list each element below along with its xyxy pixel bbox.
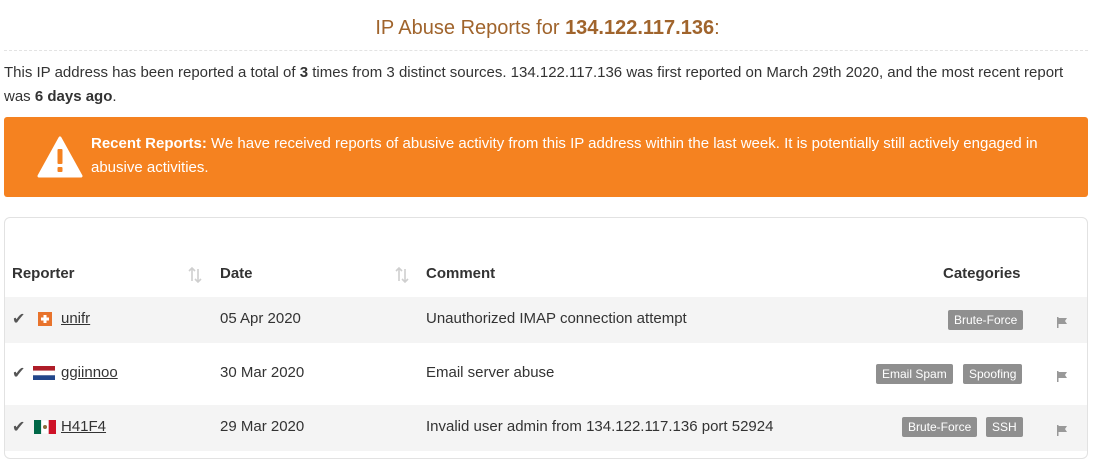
alert-body: We have received reports of abusive acti…: [91, 135, 1038, 176]
alert-message: Recent Reports: We have received reports…: [91, 132, 1051, 180]
summary-text-3: .: [112, 88, 117, 105]
sort-icon[interactable]: [395, 267, 409, 283]
table-row: ✔ H41F4 29 Mar 2020 Invalid user admin f…: [5, 405, 1087, 451]
report-comment: Unauthorized IMAP connection attempt: [426, 310, 687, 327]
page-title: IP Abuse Reports for 134.122.117.136:: [0, 17, 1095, 40]
alert-heading: Recent Reports:: [91, 135, 207, 152]
column-header-reporter[interactable]: Reporter: [12, 265, 75, 282]
reporter-link[interactable]: ggiinnoo: [61, 364, 118, 381]
report-flag-icon[interactable]: [1056, 425, 1068, 436]
title-suffix: :: [714, 17, 720, 39]
category-badge[interactable]: Email Spam: [876, 364, 953, 384]
sort-icon[interactable]: [188, 267, 202, 283]
mexico-flag-icon: [34, 420, 56, 434]
category-badge[interactable]: Brute-Force: [948, 310, 1024, 330]
reporter-link[interactable]: unifr: [61, 310, 90, 327]
report-date: 30 Mar 2020: [220, 364, 305, 381]
summary-text-1: This IP address has been reported a tota…: [4, 64, 300, 81]
report-flag-icon[interactable]: [1056, 317, 1068, 328]
check-icon: ✔: [12, 311, 26, 328]
check-icon: ✔: [12, 365, 26, 382]
switzerland-flag-icon: [38, 312, 52, 326]
recent-reports-alert: Recent Reports: We have received reports…: [4, 117, 1088, 197]
report-date: 29 Mar 2020: [220, 418, 305, 435]
title-divider: [4, 50, 1088, 51]
report-count: 3: [299, 64, 309, 81]
category-badge[interactable]: Spoofing: [963, 364, 1023, 384]
report-summary: This IP address has been reported a tota…: [4, 61, 1084, 109]
report-comment: Invalid user admin from 134.122.117.136 …: [426, 418, 774, 435]
warning-triangle-icon: [37, 136, 83, 178]
category-badge[interactable]: SSH: [986, 417, 1023, 437]
report-flag-icon[interactable]: [1056, 371, 1068, 382]
reporter-link[interactable]: H41F4: [61, 418, 106, 435]
category-badge[interactable]: Brute-Force: [902, 417, 978, 437]
table-row: ✔ ggiinnoo 30 Mar 2020 Email server abus…: [5, 351, 1087, 397]
last-report-age: 6 days ago: [34, 88, 113, 105]
report-comment: Email server abuse: [426, 364, 555, 381]
title-prefix: IP Abuse Reports for: [375, 17, 566, 39]
column-header-categories: Categories: [943, 265, 1021, 282]
ip-address: 134.122.117.136: [565, 17, 715, 39]
netherlands-flag-icon: [33, 366, 55, 380]
table-row: ✔ unifr 05 Apr 2020 Unauthorized IMAP co…: [5, 297, 1087, 343]
check-icon: ✔: [12, 419, 26, 436]
report-date: 05 Apr 2020: [220, 310, 301, 327]
column-header-comment: Comment: [426, 265, 496, 282]
column-header-date[interactable]: Date: [220, 265, 253, 282]
